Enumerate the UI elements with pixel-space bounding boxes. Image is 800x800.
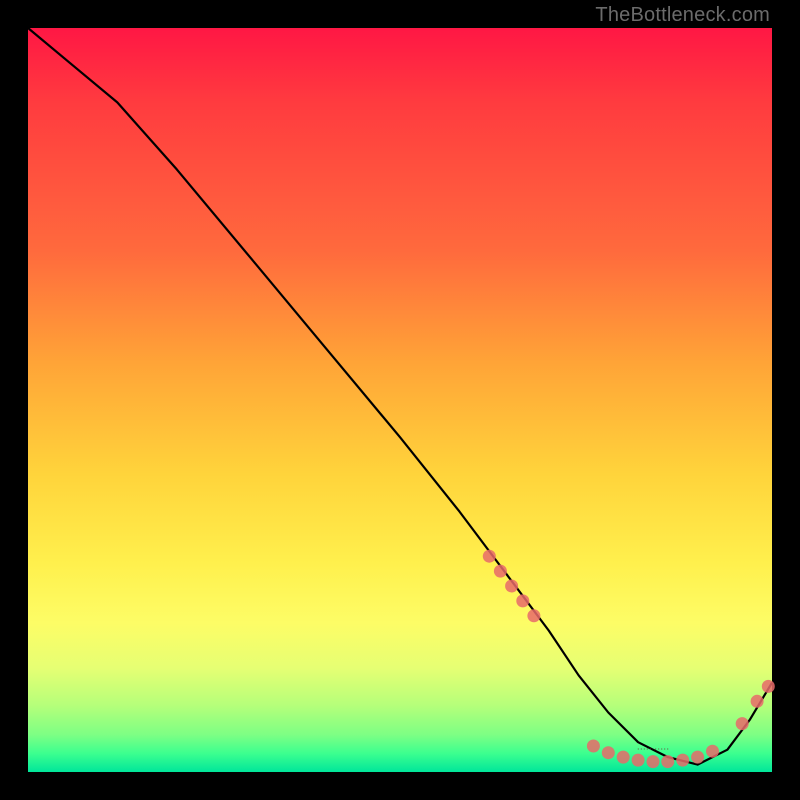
- chart-frame: TheBottleneck.com ····· ·····: [0, 0, 800, 800]
- data-point: [661, 755, 674, 768]
- curve-line: [28, 28, 772, 765]
- data-point: [494, 565, 507, 578]
- annotation: ····· ·····: [637, 743, 669, 753]
- data-point: [762, 680, 775, 693]
- data-point: [647, 755, 660, 768]
- data-point: [483, 550, 496, 563]
- data-point: [691, 751, 704, 764]
- data-point: [676, 754, 689, 767]
- data-point: [736, 717, 749, 730]
- marker-points: [483, 550, 775, 768]
- trough-annotation: ····· ·····: [637, 743, 669, 753]
- data-point: [617, 751, 630, 764]
- data-point: [516, 594, 529, 607]
- data-point: [706, 745, 719, 758]
- curve-path: [28, 28, 772, 765]
- data-point: [505, 580, 518, 593]
- data-point: [751, 695, 764, 708]
- watermark-text: TheBottleneck.com: [595, 4, 770, 27]
- data-point: [632, 754, 645, 767]
- chart-overlay: ····· ·····: [28, 28, 772, 772]
- data-point: [587, 740, 600, 753]
- data-point: [527, 609, 540, 622]
- data-point: [602, 746, 615, 759]
